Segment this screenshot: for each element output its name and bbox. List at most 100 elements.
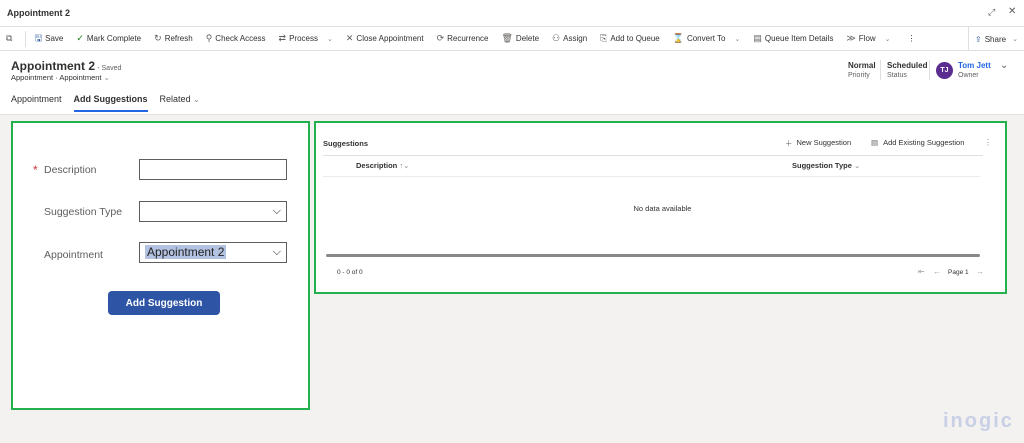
priority-label: Priority xyxy=(848,72,870,79)
chevron-down-icon: ⌄ xyxy=(853,161,861,170)
record-count: 0 - 0 of 0 xyxy=(337,269,363,276)
chevron-down-icon: ⌵ xyxy=(272,246,281,258)
share-icon: ⇪ xyxy=(975,34,982,44)
plus-icon: ＋ xyxy=(785,139,793,148)
more-commands-icon[interactable]: ⋮ xyxy=(908,34,916,43)
check-access-button[interactable]: ⚲ Check Access xyxy=(206,33,266,44)
open-record-icon[interactable]: ⧉ xyxy=(6,33,12,44)
command-label: Assign xyxy=(563,34,588,43)
column-suggestion-type-label: Suggestion Type xyxy=(792,161,852,170)
assign-button[interactable]: ⚇ Assign xyxy=(552,33,587,44)
window-title: Appointment 2 xyxy=(7,8,70,18)
queue-icon: ⎘ xyxy=(600,33,608,43)
grid-title: Suggestions xyxy=(323,139,369,148)
suggestion-type-select[interactable]: ⌵ xyxy=(139,201,287,222)
queue-item-details-button[interactable]: ▤ Queue Item Details xyxy=(753,33,833,44)
delete-button[interactable]: 🗑 Delete xyxy=(501,33,539,44)
share-button[interactable]: ⇪ Share ⌄ xyxy=(968,27,1018,51)
chevron-down-icon: ⌄ xyxy=(193,95,200,104)
mark-complete-button[interactable]: ✓ Mark Complete xyxy=(76,33,141,44)
chevron-down-icon: ⌄ xyxy=(1012,36,1018,43)
close-window-icon[interactable]: ✕ xyxy=(1008,6,1016,17)
convert-to-button[interactable]: ⌛ Convert To ⌄ xyxy=(673,33,741,44)
person-icon: ⚇ xyxy=(552,33,561,43)
status-label: Status xyxy=(887,72,907,79)
suggestions-subgrid: Suggestions ＋ New Suggestion ▤ Add Existin… xyxy=(314,121,1007,294)
previous-page-icon[interactable]: ← xyxy=(933,267,941,276)
save-button[interactable]: 🖫 Save xyxy=(34,31,63,47)
description-label: Description xyxy=(44,164,97,176)
add-suggestion-button[interactable]: Add Suggestion xyxy=(108,291,220,315)
owner-avatar: TJ xyxy=(936,62,953,79)
refresh-icon: ↻ xyxy=(154,33,162,43)
owner-label: Owner xyxy=(958,72,979,79)
appointment-select[interactable]: Appointment 2 ⌵ xyxy=(139,242,287,263)
command-label: Flow xyxy=(858,34,876,43)
tab-appointment[interactable]: Appointment xyxy=(11,94,62,112)
key-search-icon: ⚲ xyxy=(205,33,213,43)
new-suggestion-label: New Suggestion xyxy=(796,138,852,147)
sort-ascending-icon: ↑⌄ xyxy=(399,161,410,170)
status-field: Scheduled Status xyxy=(887,61,927,79)
command-label: Add to Queue xyxy=(610,34,660,43)
appointment-value: Appointment 2 xyxy=(145,245,227,259)
status-value: Scheduled xyxy=(887,61,928,70)
first-page-icon[interactable]: ⇤ xyxy=(918,267,925,276)
command-bar: ⧉ 🖫 Save ✓ Mark Complete ↻ Refresh ⚲ Check Acce… xyxy=(0,27,1024,51)
page-number: Page 1 xyxy=(948,269,969,276)
priority-field: Normal Priority xyxy=(848,61,876,79)
process-button[interactable]: ⇄ Process ⌄ xyxy=(279,33,333,44)
save-icon: 🖫 xyxy=(34,32,43,43)
horizontal-scrollbar[interactable] xyxy=(326,254,980,257)
add-existing-label: Add Existing Suggestion xyxy=(883,138,965,147)
command-label: Refresh xyxy=(164,34,193,43)
add-suggestion-form: * Description Suggestion Type ⌵ Appointm… xyxy=(11,121,310,410)
checkmark-icon: ✓ xyxy=(76,33,84,43)
add-existing-suggestion-button[interactable]: ▤ Add Existing Suggestion xyxy=(871,138,964,147)
convert-icon: ⌛ xyxy=(672,33,684,43)
add-to-queue-button[interactable]: ⎘ Add to Queue xyxy=(600,33,660,44)
header-expand-chevron-icon[interactable]: ⌄ xyxy=(1000,60,1008,71)
command-label: Process xyxy=(289,34,318,43)
owner-link[interactable]: Tom Jett xyxy=(958,61,991,70)
column-header-description[interactable]: Description ↑⌄ xyxy=(356,161,409,170)
recurrence-button[interactable]: ⟳ Recurrence xyxy=(437,33,489,44)
suggestion-type-label: Suggestion Type xyxy=(44,206,123,218)
recurrence-icon: ⟳ xyxy=(436,33,445,43)
chevron-down-icon: ⌄ xyxy=(327,35,333,43)
expand-icon[interactable]: ⤢ xyxy=(988,7,995,18)
tab-related[interactable]: Related ⌄ xyxy=(160,94,200,112)
close-icon: ✕ xyxy=(345,33,354,43)
chevron-down-icon: ⌄ xyxy=(884,35,891,43)
form-selector[interactable]: Appointment xyxy=(59,73,101,82)
empty-message: No data available xyxy=(633,204,692,213)
record-title: Appointment 2 xyxy=(11,59,95,73)
appointment-label: Appointment xyxy=(44,249,103,261)
command-label: Delete xyxy=(515,34,540,43)
command-label: Queue Item Details xyxy=(764,34,834,43)
tab-add-suggestions[interactable]: Add Suggestions xyxy=(73,94,148,112)
column-description-label: Description xyxy=(356,161,398,170)
close-appointment-button[interactable]: ✕ Close Appointment xyxy=(346,33,424,44)
command-label: Mark Complete xyxy=(86,34,142,43)
refresh-button[interactable]: ↻ Refresh xyxy=(154,33,193,44)
record-header: Appointment 2 - Saved Appointment · Appo… xyxy=(0,51,1024,115)
inogic-watermark: inogic xyxy=(943,410,1014,432)
flow-button[interactable]: ≫ Flow ⌄ xyxy=(846,33,890,44)
save-status: - Saved xyxy=(97,65,122,72)
title-bar: Appointment 2 ⤢ ✕ xyxy=(0,0,1024,27)
chevron-down-icon: ⌵ xyxy=(272,205,281,217)
more-options-icon[interactable]: ⋮ xyxy=(984,138,992,147)
column-header-suggestion-type[interactable]: Suggestion Type ⌄ xyxy=(792,161,860,170)
clipboard-icon: ▤ xyxy=(871,138,879,147)
next-page-icon[interactable]: → xyxy=(976,267,984,276)
description-input[interactable] xyxy=(139,159,287,180)
chevron-down-icon: ⌄ xyxy=(103,73,110,82)
tab-related-label: Related xyxy=(159,94,191,104)
flow-icon: ≫ xyxy=(846,33,856,43)
chevron-down-icon: ⌄ xyxy=(734,35,741,43)
owner-field: Tom Jett Owner xyxy=(958,61,991,79)
required-indicator: * xyxy=(33,163,38,177)
priority-value: Normal xyxy=(848,61,876,70)
new-suggestion-button[interactable]: ＋ New Suggestion xyxy=(785,138,851,149)
